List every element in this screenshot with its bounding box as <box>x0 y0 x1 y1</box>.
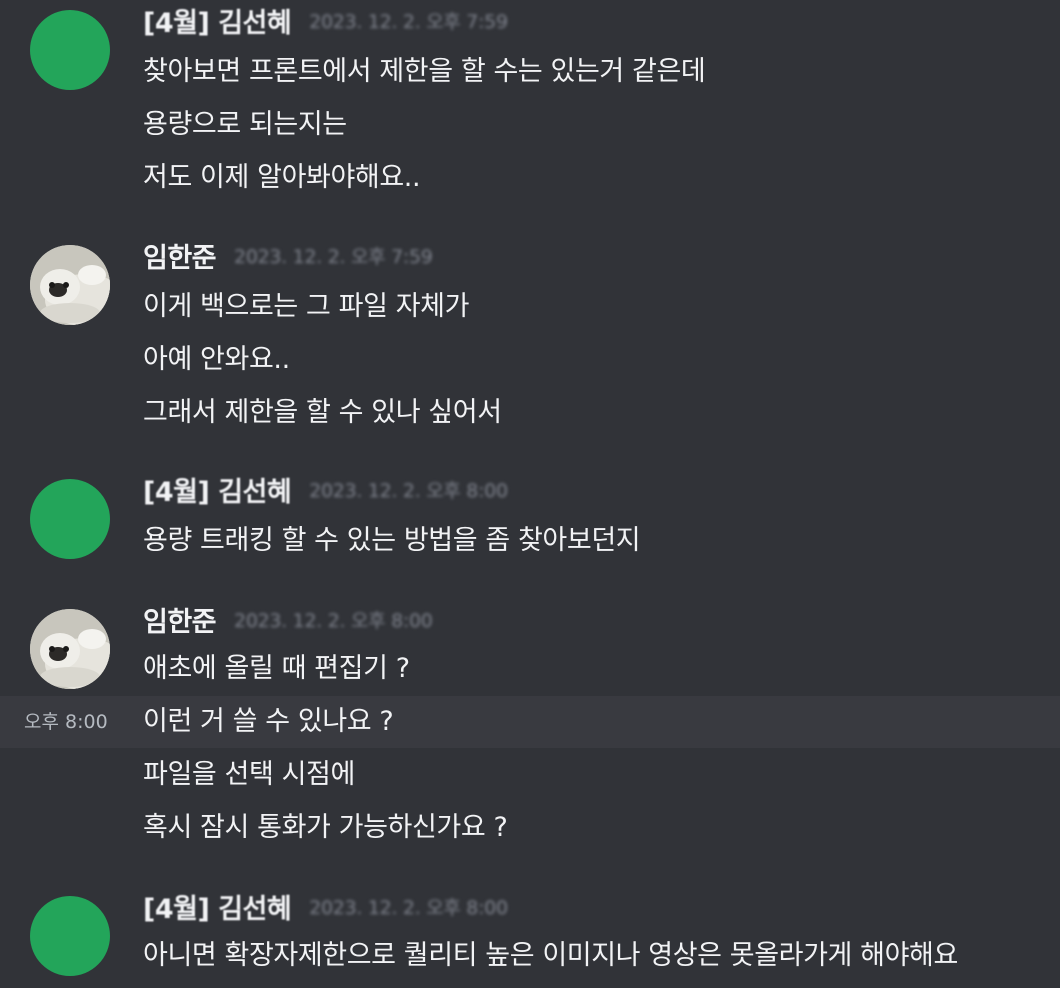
message-line[interactable]: 용량 트래킹 할 수 있는 방법을 좀 찾아보던지 <box>0 515 1060 567</box>
message-line[interactable]: 그래서 제한을 할 수 있나 싶어서 <box>0 387 1060 439</box>
message-line[interactable]: 혹시 잠시 통화가 가능하신가요 ? <box>0 802 1060 854</box>
message-timestamp: 2023. 12. 2. 오후 7:59 <box>234 245 433 268</box>
username[interactable]: [4월] 김선혜 <box>143 1 292 40</box>
message-timestamp: 2023. 12. 2. 오후 8:00 <box>309 896 508 919</box>
message-text: 저도 이제 알아봐야해요.. <box>143 162 421 193</box>
message-text: 애초에 올릴 때 편집기 ? <box>143 653 410 684</box>
message-text: 혹시 잠시 통화가 가능하신가요 ? <box>143 812 508 843</box>
chat-message-list: [4월] 김선혜 2023. 12. 2. 오후 7:59 찾아보면 프론트에서… <box>0 0 1060 988</box>
message-line[interactable]: 이게 백으로는 그 파일 자체가 <box>0 281 1060 333</box>
message-text: 용량 트래킹 할 수 있는 방법을 좀 찾아보던지 <box>143 525 641 556</box>
message-text: 용량으로 되는지는 <box>143 109 347 140</box>
message-text: 아예 안와요.. <box>143 344 290 375</box>
message-timestamp: 2023. 12. 2. 오후 8:00 <box>309 479 508 502</box>
username[interactable]: 임한준 <box>143 236 217 275</box>
message-text: 이게 백으로는 그 파일 자체가 <box>143 291 470 322</box>
message-line[interactable]: 파일을 선택 시점에 <box>0 749 1060 801</box>
message-header: [4월] 김선혜 2023. 12. 2. 오후 8:00 <box>143 886 508 926</box>
message-text: 찾아보면 프론트에서 제한을 할 수는 있는거 같은데 <box>143 56 706 87</box>
username[interactable]: 임한준 <box>143 600 217 639</box>
message-text: 이런 거 쓸 수 있나요 ? <box>143 706 394 737</box>
message-text: 파일을 선택 시점에 <box>143 759 355 790</box>
message-timestamp: 2023. 12. 2. 오후 8:00 <box>234 609 433 632</box>
hover-timestamp: 오후 8:00 <box>24 711 108 733</box>
username[interactable]: [4월] 김선혜 <box>143 470 292 509</box>
message-line[interactable]: 용량으로 되는지는 <box>0 99 1060 151</box>
username[interactable]: [4월] 김선혜 <box>143 887 292 926</box>
message-header: [4월] 김선혜 2023. 12. 2. 오후 8:00 <box>143 469 508 509</box>
message-line[interactable]: 아니면 확장자제한으로 퀄리티 높은 이미지나 영상은 못올라가게 해야해요 <box>0 930 1060 982</box>
message-line[interactable]: 아예 안와요.. <box>0 334 1060 386</box>
message-line[interactable]: 저도 이제 알아봐야해요.. <box>0 152 1060 204</box>
message-text: 아니면 확장자제한으로 퀄리티 높은 이미지나 영상은 못올라가게 해야해요 <box>143 940 958 971</box>
message-line-hovered[interactable]: 오후 8:00 이런 거 쓸 수 있나요 ? <box>0 696 1060 748</box>
message-line[interactable]: 찾아보면 프론트에서 제한을 할 수는 있는거 같은데 <box>0 46 1060 98</box>
message-header: 임한준 2023. 12. 2. 오후 8:00 <box>143 599 433 639</box>
message-timestamp: 2023. 12. 2. 오후 7:59 <box>309 10 508 33</box>
message-text: 그래서 제한을 할 수 있나 싶어서 <box>143 397 502 428</box>
message-header: [4월] 김선혜 2023. 12. 2. 오후 7:59 <box>143 0 508 40</box>
message-header: 임한준 2023. 12. 2. 오후 7:59 <box>143 235 433 275</box>
message-line[interactable]: 애초에 올릴 때 편집기 ? <box>0 643 1060 695</box>
